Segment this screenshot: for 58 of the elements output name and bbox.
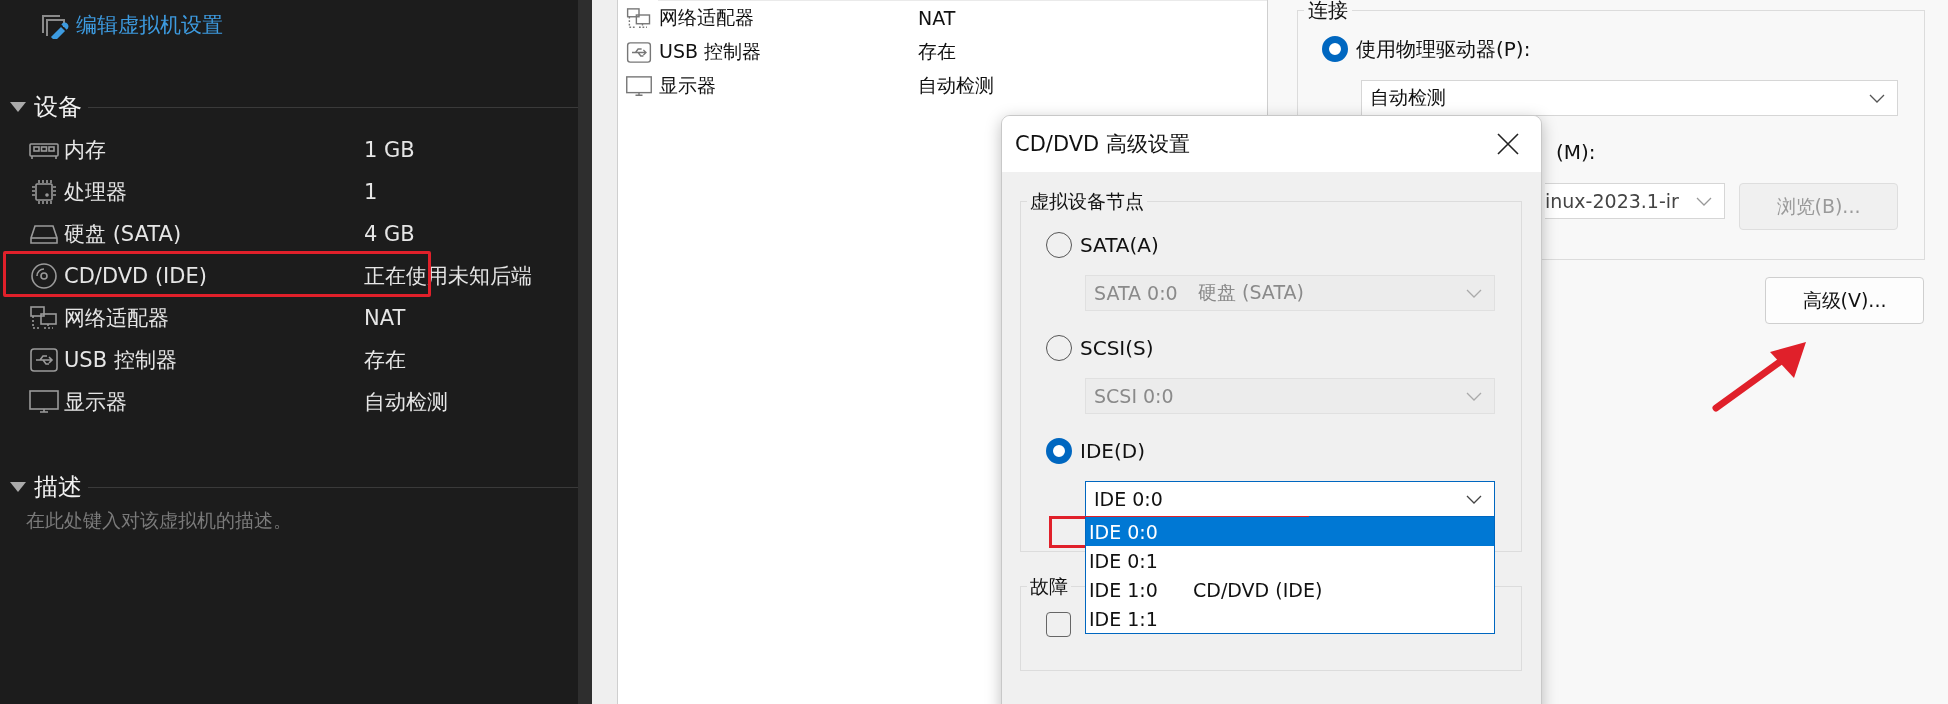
monitor-icon (28, 388, 60, 416)
chevron-down-icon (1466, 289, 1482, 298)
chevron-down-icon (1466, 495, 1482, 504)
radio-label[interactable]: IDE(D) (1080, 439, 1145, 463)
edit-settings-link[interactable]: 编辑虚拟机设置 (76, 11, 223, 39)
device-name[interactable]: 网络适配器 (64, 304, 364, 332)
device-name[interactable]: 硬盘 (SATA) (64, 220, 364, 248)
chevron-down-icon (1869, 94, 1885, 103)
device-value: 存在 (364, 347, 406, 374)
device-value: 1 GB (364, 138, 415, 162)
disc-icon (28, 262, 60, 290)
usb-icon (625, 39, 653, 65)
radio-label[interactable]: 使用物理驱动器(P): (1356, 35, 1531, 63)
expand-triangle-icon[interactable] (10, 482, 26, 492)
device-name[interactable]: CD/DVD (IDE) (64, 264, 364, 288)
usb-icon (28, 346, 60, 374)
device-name[interactable]: 网络适配器 (659, 5, 918, 31)
device-value: 自动检测 (364, 389, 448, 416)
dropdown-option[interactable]: IDE 0:1 (1086, 546, 1494, 575)
network-icon (625, 5, 653, 31)
device-name[interactable]: USB 控制器 (659, 39, 918, 65)
monitor-icon (625, 73, 653, 99)
checkbox[interactable] (1046, 612, 1071, 637)
device-value: NAT (918, 7, 956, 29)
radio-label[interactable]: SATA(A) (1080, 233, 1159, 257)
network-icon (28, 304, 60, 332)
device-value: NAT (364, 306, 406, 330)
chevron-down-icon (1696, 197, 1712, 206)
device-name[interactable]: USB 控制器 (64, 346, 364, 374)
device-value: 4 GB (364, 222, 415, 246)
advanced-button[interactable]: 高级(V)... (1765, 277, 1924, 324)
image-file-dropdown[interactable]: inux-2023.1-ir (1545, 183, 1725, 219)
radio-label[interactable]: SCSI(S) (1080, 336, 1154, 360)
description-placeholder[interactable]: 在此处键入对该虚拟机的描述。 (0, 508, 578, 534)
section-header: 设备 (34, 92, 82, 123)
chevron-down-icon (1466, 392, 1482, 401)
device-name[interactable]: 内存 (64, 136, 364, 164)
expand-triangle-icon[interactable] (10, 102, 26, 112)
radio-button[interactable] (1046, 438, 1072, 464)
dialog-title: CD/DVD 高级设置 (1015, 131, 1190, 158)
close-icon[interactable] (1497, 133, 1519, 155)
section-header: 描述 (34, 472, 82, 503)
device-name[interactable]: 显示器 (64, 388, 364, 416)
radio-button[interactable] (1322, 36, 1348, 62)
field-label: (M): (1556, 140, 1597, 166)
device-value: 1 (364, 180, 378, 204)
group-title: 连接 (1307, 0, 1349, 20)
device-name[interactable]: 显示器 (659, 73, 918, 99)
node-dropdown[interactable]: IDE 0:0 (1085, 481, 1495, 517)
group-title: 故障 (1029, 574, 1069, 598)
dropdown-option[interactable]: IDE 1:1 (1086, 604, 1494, 633)
device-value: 自动检测 (918, 73, 994, 98)
device-name[interactable]: 处理器 (64, 178, 364, 206)
dropdown-option[interactable]: IDE 0:0 (1086, 517, 1494, 546)
drive-dropdown[interactable]: 自动检测 (1361, 80, 1898, 116)
dropdown-option[interactable]: IDE 1:0 CD/DVD (IDE) (1086, 575, 1494, 604)
group-title: 虚拟设备节点 (1029, 189, 1145, 213)
device-value: 存在 (918, 39, 956, 64)
